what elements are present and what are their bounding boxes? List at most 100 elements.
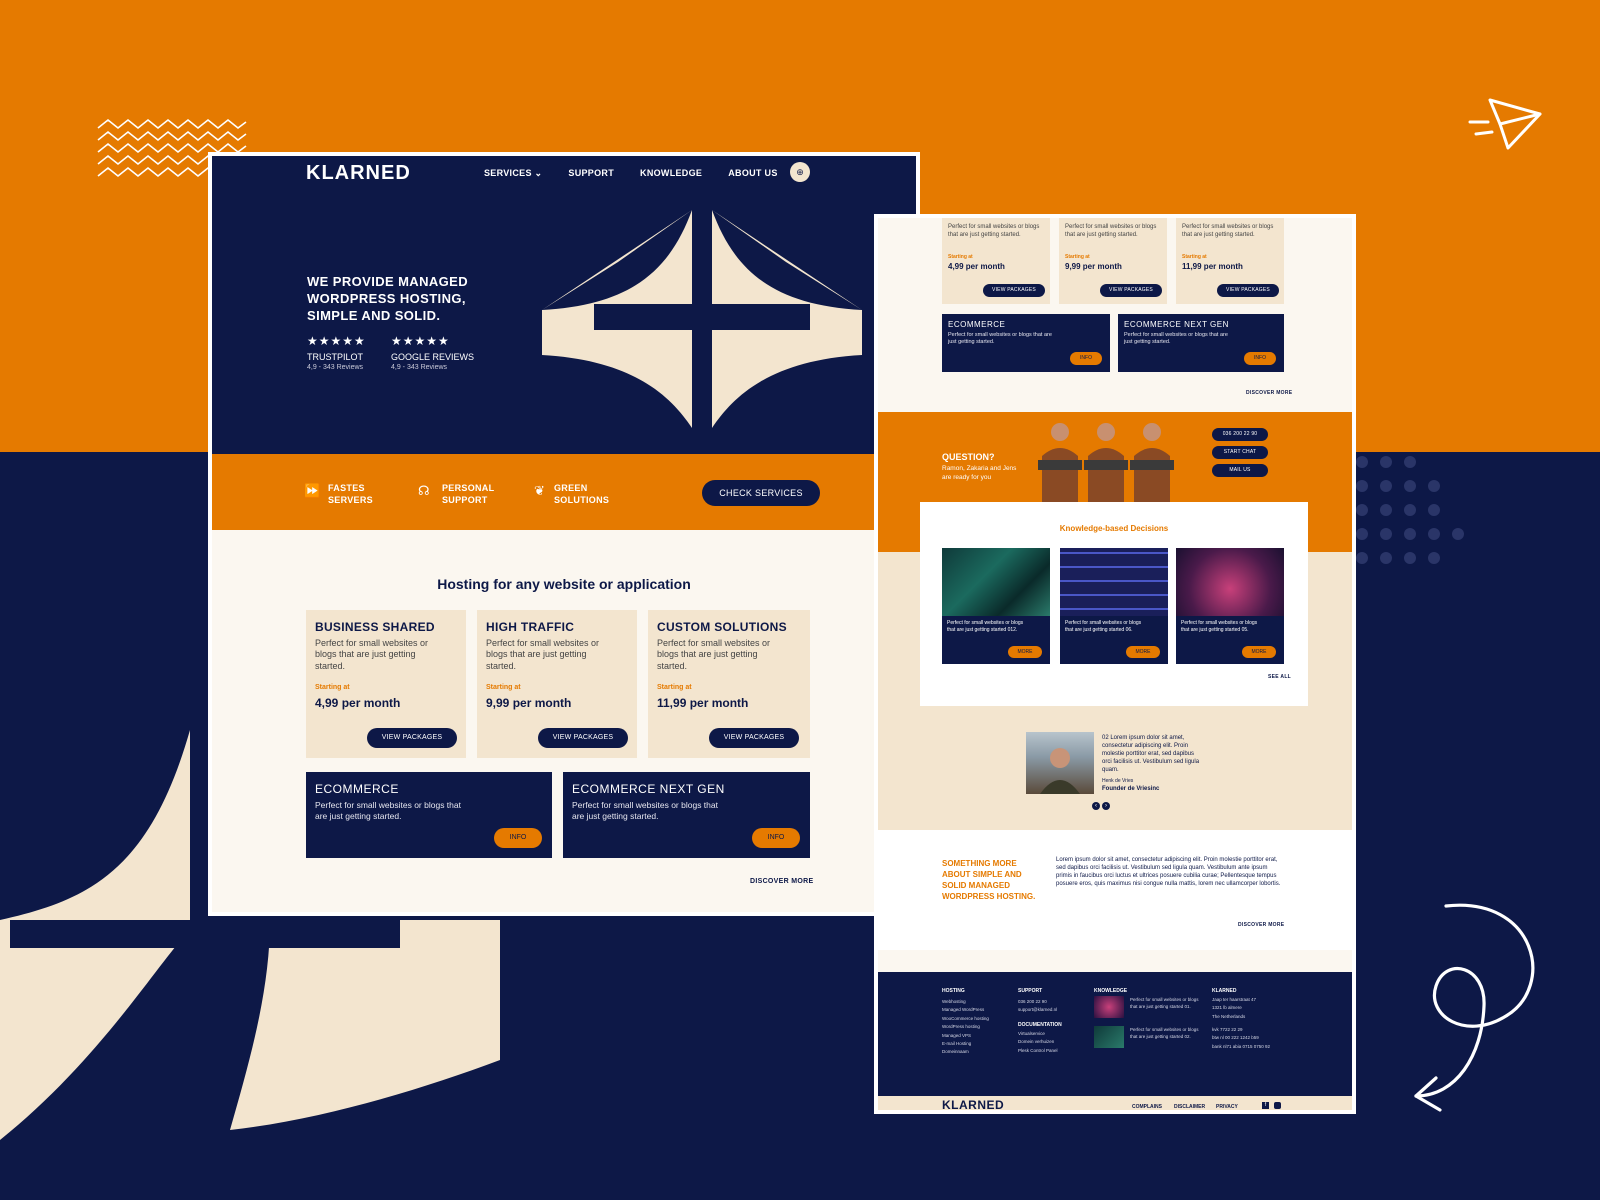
footer-complains-link[interactable]: COMPLAINS bbox=[1132, 1104, 1162, 1110]
footer-link[interactable]: Virtualservice bbox=[1018, 1030, 1058, 1038]
footer-link[interactable]: Managed VPS bbox=[942, 1032, 989, 1040]
facebook-icon[interactable]: f bbox=[1262, 1102, 1269, 1109]
headset-icon: ☊ bbox=[418, 483, 430, 498]
footer-link[interactable]: Domein verhuizen bbox=[1018, 1038, 1058, 1046]
info-button[interactable]: INFO bbox=[1244, 352, 1276, 365]
footer-link[interactable]: WordPress hosting bbox=[942, 1023, 989, 1031]
footer-link[interactable]: Managed WordPress bbox=[942, 1006, 989, 1014]
nav-support[interactable]: SUPPORT bbox=[568, 168, 614, 179]
carousel-prev-button[interactable]: ‹ bbox=[1092, 802, 1100, 810]
plan-desc: Perfect for small websites or blogs that… bbox=[1065, 224, 1157, 238]
trustpilot-score: 4,9 - 343 Reviews bbox=[307, 364, 364, 371]
card-title: ECOMMERCE NEXT GEN bbox=[1124, 320, 1229, 329]
about-text: Lorem ipsum dolor sit amet, consectetur … bbox=[1056, 857, 1281, 887]
footer-klarned-title: KLARNED bbox=[1212, 988, 1237, 994]
hosting-section-title: Hosting for any website or application bbox=[437, 576, 691, 592]
phone-button[interactable]: 036 200 22 90 bbox=[1212, 428, 1268, 441]
view-packages-button[interactable]: VIEW PACKAGES bbox=[709, 728, 799, 748]
plan-price: 4,99 per month bbox=[315, 696, 401, 710]
check-services-button[interactable]: CHECK SERVICES bbox=[702, 480, 820, 506]
article-card[interactable]: Perfect for small websites or blogs that… bbox=[1060, 616, 1168, 664]
plan-card-high-traffic[interactable]: Perfect for small websites or blogs that… bbox=[1059, 218, 1167, 304]
nav-services[interactable]: SERVICES ⌄ bbox=[484, 168, 542, 179]
footer-disclaimer-link[interactable]: DISCLAIMER bbox=[1174, 1104, 1205, 1110]
ecommerce-next-gen-card[interactable]: ECOMMERCE NEXT GEN Perfect for small web… bbox=[563, 772, 810, 858]
testimonial-name: Henk de Vries bbox=[1102, 778, 1134, 784]
discover-more-link[interactable]: DISCOVER MORE bbox=[1238, 922, 1284, 928]
see-all-link[interactable]: SEE ALL bbox=[1268, 674, 1291, 680]
info-button[interactable]: INFO bbox=[494, 828, 542, 848]
discover-more-link[interactable]: DISCOVER MORE bbox=[750, 878, 813, 885]
trustpilot-label: TRUSTPILOT bbox=[307, 352, 364, 362]
footer-privacy-link[interactable]: PRIVACY bbox=[1216, 1104, 1238, 1110]
footer-link[interactable]: Plesk Control Panel bbox=[1018, 1047, 1058, 1055]
ecommerce-card[interactable]: ECOMMERCE Perfect for small websites or … bbox=[942, 314, 1110, 372]
question-text: Ramon, Zakaria and Jens are ready for yo… bbox=[942, 465, 1017, 481]
footer-link[interactable]: E-mail Hosting bbox=[942, 1040, 989, 1048]
footer-hosting-title: HOSTING bbox=[942, 988, 965, 994]
article-desc: Perfect for small websites or blogs that… bbox=[1181, 620, 1258, 633]
mail-us-button[interactable]: MAIL US bbox=[1212, 464, 1268, 477]
plan-price: 4,99 per month bbox=[948, 262, 1005, 271]
footer-knowledge-title: KNOWLEDGE bbox=[1094, 988, 1128, 994]
info-button[interactable]: INFO bbox=[1070, 352, 1102, 365]
footer-link[interactable]: Webhosting bbox=[942, 998, 989, 1006]
language-icon[interactable]: ⊕ bbox=[790, 162, 810, 182]
feature-green-solutions: GREEN SOLUTIONS bbox=[554, 483, 610, 505]
more-button[interactable]: MORE bbox=[1126, 646, 1160, 658]
plan-title: HIGH TRAFFIC bbox=[486, 620, 575, 634]
testimonial-photo bbox=[1026, 732, 1094, 794]
more-button[interactable]: MORE bbox=[1008, 646, 1042, 658]
view-packages-button[interactable]: VIEW PACKAGES bbox=[367, 728, 457, 748]
footer-docs-list: Virtualservice Domein verhuizen Plesk Co… bbox=[1018, 1030, 1058, 1055]
footer-logo[interactable]: KLARNED bbox=[942, 1098, 1004, 1110]
footer-link[interactable]: 036 200 22 90 bbox=[1018, 998, 1057, 1006]
start-chat-button[interactable]: START CHAT bbox=[1212, 446, 1268, 459]
footer-hosting-list: Webhosting Managed WordPress WooCommerce… bbox=[942, 998, 989, 1057]
ecommerce-next-gen-card[interactable]: ECOMMERCE NEXT GEN Perfect for small web… bbox=[1118, 314, 1284, 372]
plan-card-business[interactable]: Perfect for small websites or blogs that… bbox=[942, 218, 1050, 304]
plan-title: BUSINESS SHARED bbox=[315, 620, 435, 634]
view-packages-button[interactable]: VIEW PACKAGES bbox=[538, 728, 628, 748]
ecommerce-card[interactable]: ECOMMERCE Perfect for small websites or … bbox=[306, 772, 552, 858]
footer-docs-title: DOCUMENTATION bbox=[1018, 1022, 1062, 1028]
footer-article-text[interactable]: Perfect for small websites or blogs that… bbox=[1130, 1026, 1200, 1040]
plan-card-high-traffic[interactable]: HIGH TRAFFIC Perfect for small websites … bbox=[477, 610, 637, 758]
view-packages-button[interactable]: VIEW PACKAGES bbox=[1100, 284, 1162, 297]
footer-link[interactable]: support@klarned.nl bbox=[1018, 1006, 1057, 1014]
company-line: btw nl 00 222 1242 b59 bbox=[1212, 1035, 1259, 1041]
article-card[interactable]: Perfect for small websites or blogs that… bbox=[1176, 616, 1284, 664]
plan-card-business[interactable]: BUSINESS SHARED Perfect for small websit… bbox=[306, 610, 466, 758]
page-mockup-scrolled: Perfect for small websites or blogs that… bbox=[874, 214, 1356, 1114]
hero-section: KLARNED SERVICES ⌄ SUPPORT KNOWLEDGE ABO… bbox=[212, 156, 916, 454]
info-button[interactable]: INFO bbox=[752, 828, 800, 848]
footer-link[interactable]: WooCommerce hosting bbox=[942, 1015, 989, 1023]
trustpilot-stars: ★★★★★ bbox=[307, 334, 366, 348]
card-desc: Perfect for small websites or blogs that… bbox=[572, 800, 718, 822]
more-button[interactable]: MORE bbox=[1242, 646, 1276, 658]
footer-article-thumb bbox=[1094, 1026, 1124, 1048]
discover-more-link[interactable]: DISCOVER MORE bbox=[1246, 390, 1292, 396]
site-logo[interactable]: KLARNED bbox=[306, 162, 411, 185]
carousel-next-button[interactable]: › bbox=[1102, 802, 1110, 810]
plan-starting: Starting at bbox=[1065, 254, 1090, 260]
plan-price: 11,99 per month bbox=[1182, 262, 1243, 271]
plan-card-custom[interactable]: Perfect for small websites or blogs that… bbox=[1176, 218, 1284, 304]
view-packages-button[interactable]: VIEW PACKAGES bbox=[1217, 284, 1279, 297]
chat-icon[interactable] bbox=[1274, 1102, 1281, 1109]
footer-article-text[interactable]: Perfect for small websites or blogs that… bbox=[1130, 996, 1200, 1010]
plan-card-custom[interactable]: CUSTOM SOLUTIONS Perfect for small websi… bbox=[648, 610, 810, 758]
google-label: GOOGLE REVIEWS bbox=[391, 352, 475, 362]
card-title: ECOMMERCE NEXT GEN bbox=[572, 782, 725, 796]
article-card[interactable]: Perfect for small websites or blogs that… bbox=[942, 616, 1050, 664]
footer-link[interactable]: Domeinnaam bbox=[942, 1048, 989, 1056]
nav-about[interactable]: ABOUT US bbox=[728, 168, 777, 179]
footer-address: Jaap ter haarstraat 47 1321 lb almere Th… bbox=[1212, 996, 1256, 1021]
feature-personal-support: PERSONAL SUPPORT bbox=[442, 483, 495, 505]
plan-starting: Starting at bbox=[315, 684, 350, 691]
address-line: Jaap ter haarstraat 47 bbox=[1212, 997, 1257, 1002]
nav-knowledge[interactable]: KNOWLEDGE bbox=[640, 168, 702, 179]
google-stars: ★★★★★ bbox=[391, 334, 450, 348]
question-title: QUESTION? bbox=[942, 452, 995, 462]
view-packages-button[interactable]: VIEW PACKAGES bbox=[983, 284, 1045, 297]
